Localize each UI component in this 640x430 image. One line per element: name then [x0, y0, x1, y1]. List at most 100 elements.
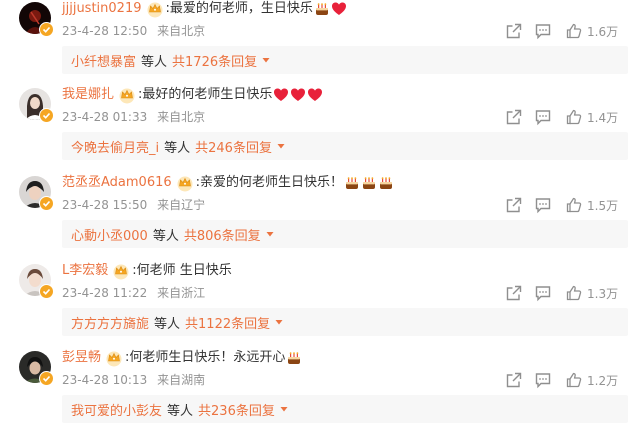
caret-down-icon[interactable]: [265, 229, 275, 239]
red-heart-icon: [290, 87, 306, 103]
red-heart-icon: [273, 87, 289, 103]
comment-item: 范丞丞Adam0616 :亲爱的何老师生日快乐！ 23-4-28 15:50 来…: [0, 174, 640, 262]
comment-icon[interactable]: [534, 22, 552, 40]
reply-etc-label: 等人: [167, 403, 194, 419]
caret-down-icon[interactable]: [276, 141, 286, 151]
location: 来自湖南: [157, 373, 206, 387]
reply-count-link[interactable]: 共246条回复: [195, 137, 272, 156]
caret-down-icon[interactable]: [274, 317, 284, 327]
comment-meta: 23-4-28 11:22 来自浙江: [62, 285, 205, 301]
verified-badge-icon: [39, 371, 54, 386]
like-count: 1.4万: [587, 110, 619, 125]
username[interactable]: 范丞丞Adam0616: [62, 174, 172, 192]
reply-username[interactable]: 我可爱的小彭友: [71, 400, 162, 419]
timestamp: 23-4-28 01:33: [62, 110, 148, 124]
thumbs-up-icon[interactable]: [565, 108, 583, 126]
comment-icon[interactable]: [534, 371, 552, 389]
birthday-cake-icon: [286, 350, 302, 366]
comment-actions: 1.2万: [505, 370, 618, 390]
timestamp: 23-4-28 11:22: [62, 286, 148, 300]
reply-count-link[interactable]: 共1122条回复: [185, 313, 270, 332]
comment-item: 我是娜扎 :最好的何老师生日快乐 23-4-28 01:33 来自北京 1.4万…: [0, 86, 640, 174]
reply-etc-label: 等人: [152, 228, 179, 244]
comment-meta: 23-4-28 12:50 来自北京: [62, 23, 205, 39]
reply-etc-label: 等人: [141, 54, 168, 70]
username[interactable]: 我是娜扎: [62, 86, 114, 104]
timestamp: 23-4-28 12:50: [62, 24, 148, 38]
location: 来自辽宁: [157, 198, 206, 212]
username[interactable]: 彭昱畅: [62, 349, 101, 367]
share-icon[interactable]: [505, 196, 523, 214]
reply-count-link[interactable]: 共806条回复: [184, 225, 261, 244]
verified-badge-icon: [39, 284, 54, 299]
vip-crown-icon: [176, 174, 194, 192]
comment-icon[interactable]: [534, 284, 552, 302]
comment-text: :最爱的何老师，生日快乐: [165, 1, 313, 16]
replies-summary[interactable]: 今晚去偷月亮_i 等人 共246条回复: [62, 132, 628, 160]
location: 来自北京: [157, 24, 206, 38]
comment-icon[interactable]: [534, 196, 552, 214]
comment-actions: 1.3万: [505, 283, 618, 303]
replies-summary[interactable]: 小纤想暴富 等人 共1726条回复: [62, 46, 628, 74]
birthday-cake-icon: [378, 175, 394, 191]
location: 来自浙江: [157, 286, 206, 300]
reply-etc-label: 等人: [164, 140, 191, 156]
like-count: 1.5万: [587, 198, 619, 213]
share-icon[interactable]: [505, 22, 523, 40]
replies-summary[interactable]: 心動小丞000 等人 共806条回复: [62, 220, 628, 248]
reply-username[interactable]: 今晚去偷月亮_i: [71, 137, 159, 156]
share-icon[interactable]: [505, 284, 523, 302]
caret-down-icon[interactable]: [261, 55, 271, 65]
comment-actions: 1.6万: [505, 21, 618, 41]
comment-actions: 1.5万: [505, 195, 618, 215]
vip-crown-icon: [118, 86, 136, 104]
replies-summary[interactable]: 方方方方旖旎 等人 共1122条回复: [62, 308, 628, 336]
comment-meta: 23-4-28 01:33 来自北京: [62, 109, 205, 125]
comment-actions: 1.4万: [505, 107, 618, 127]
reply-etc-label: 等人: [154, 316, 181, 332]
thumbs-up-icon[interactable]: [565, 371, 583, 389]
comment-meta: 23-4-28 15:50 来自辽宁: [62, 197, 205, 213]
red-heart-icon: [331, 1, 347, 17]
comment-icon[interactable]: [534, 108, 552, 126]
comment-text: :何老师生日快乐！永远开心: [125, 350, 286, 365]
comment-text: :何老师 生日快乐: [132, 263, 232, 278]
comment-item: jjjjustin0219 :最爱的何老师，生日快乐 23-4-28 12:50…: [0, 0, 640, 88]
birthday-cake-icon: [361, 175, 377, 191]
birthday-cake-icon: [314, 1, 330, 17]
share-icon[interactable]: [505, 108, 523, 126]
like-count: 1.6万: [587, 24, 619, 39]
username[interactable]: L李宏毅: [62, 262, 108, 280]
comment-item: L李宏毅 :何老师 生日快乐 23-4-28 11:22 来自浙江 1.3万 方…: [0, 262, 640, 350]
reply-count-link[interactable]: 共1726条回复: [172, 51, 257, 70]
birthday-cake-icon: [344, 175, 360, 191]
reply-count-link[interactable]: 共236条回复: [198, 400, 275, 419]
timestamp: 23-4-28 10:13: [62, 373, 148, 387]
comment-feed: jjjjustin0219 :最爱的何老师，生日快乐 23-4-28 12:50…: [0, 0, 640, 430]
comment-item: 彭昱畅 :何老师生日快乐！永远开心 23-4-28 10:13 来自湖南 1.2…: [0, 349, 640, 430]
reply-username[interactable]: 心動小丞000: [71, 225, 148, 244]
verified-badge-icon: [39, 22, 54, 37]
username[interactable]: jjjjustin0219: [62, 0, 142, 18]
share-icon[interactable]: [505, 371, 523, 389]
comment-text: :最好的何老师生日快乐: [138, 87, 273, 102]
vip-crown-icon: [105, 349, 123, 367]
thumbs-up-icon[interactable]: [565, 284, 583, 302]
reply-username[interactable]: 小纤想暴富: [71, 51, 136, 70]
caret-down-icon[interactable]: [279, 404, 289, 414]
replies-summary[interactable]: 我可爱的小彭友 等人 共236条回复: [62, 395, 628, 423]
location: 来自北京: [157, 110, 206, 124]
thumbs-up-icon[interactable]: [565, 22, 583, 40]
verified-badge-icon: [39, 108, 54, 123]
reply-username[interactable]: 方方方方旖旎: [71, 313, 149, 332]
like-count: 1.2万: [587, 373, 619, 388]
timestamp: 23-4-28 15:50: [62, 198, 148, 212]
vip-crown-icon: [146, 0, 164, 18]
vip-crown-icon: [112, 262, 130, 280]
thumbs-up-icon[interactable]: [565, 196, 583, 214]
verified-badge-icon: [39, 196, 54, 211]
comment-text: :亲爱的何老师生日快乐！: [195, 175, 344, 190]
red-heart-icon: [307, 87, 323, 103]
like-count: 1.3万: [587, 286, 619, 301]
comment-meta: 23-4-28 10:13 来自湖南: [62, 372, 205, 388]
